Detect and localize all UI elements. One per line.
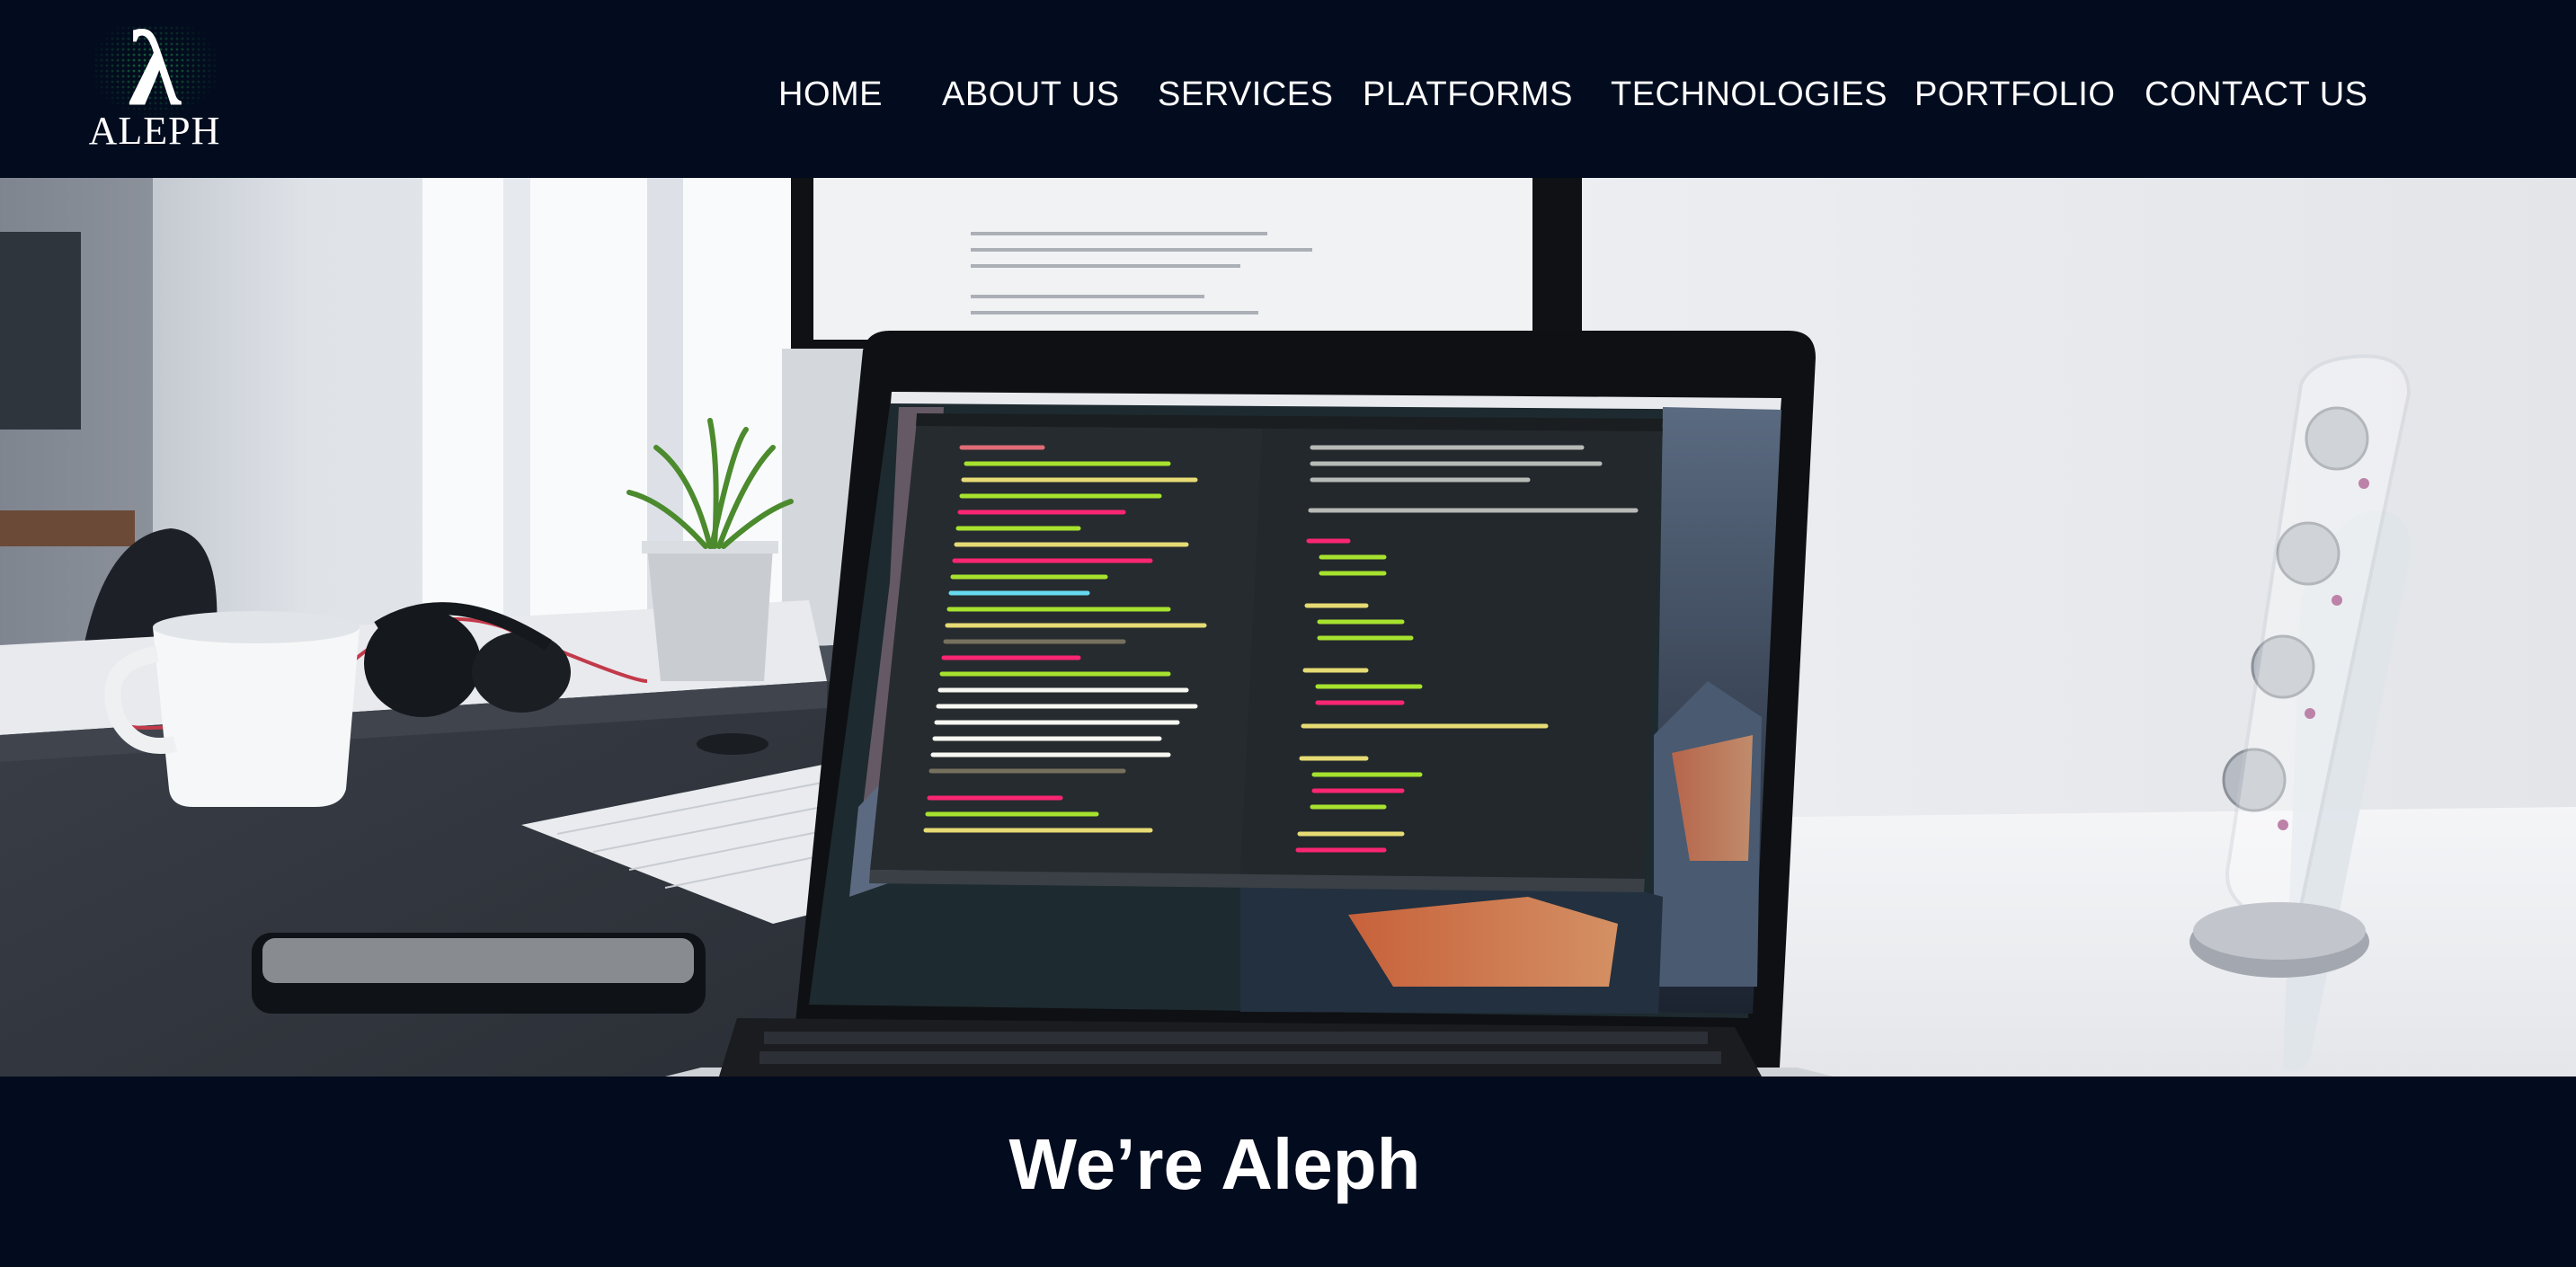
- nav-item-portfolio[interactable]: PORTFOLIO: [1914, 75, 2115, 114]
- hero-image: [0, 178, 2576, 1077]
- nav-item-platforms[interactable]: PLATFORMS: [1363, 75, 1573, 114]
- nav-item-home[interactable]: HOME: [778, 75, 883, 114]
- nav-item-contact-us[interactable]: CONTACT US: [2145, 75, 2368, 114]
- intro-headline: We’re Aleph: [1008, 1124, 1421, 1204]
- site-header: λ ALEPH HOME ABOUT US SERVICES PLATFORMS…: [0, 0, 2576, 178]
- nav-item-about-us[interactable]: ABOUT US: [942, 75, 1120, 114]
- hero-illustration: [0, 178, 2576, 1077]
- nav-item-services[interactable]: SERVICES: [1158, 75, 1333, 114]
- nav-item-technologies[interactable]: TECHNOLOGIES: [1611, 75, 1888, 114]
- main-navigation: HOME ABOUT US SERVICES PLATFORMS TECHNOL…: [0, 75, 2576, 120]
